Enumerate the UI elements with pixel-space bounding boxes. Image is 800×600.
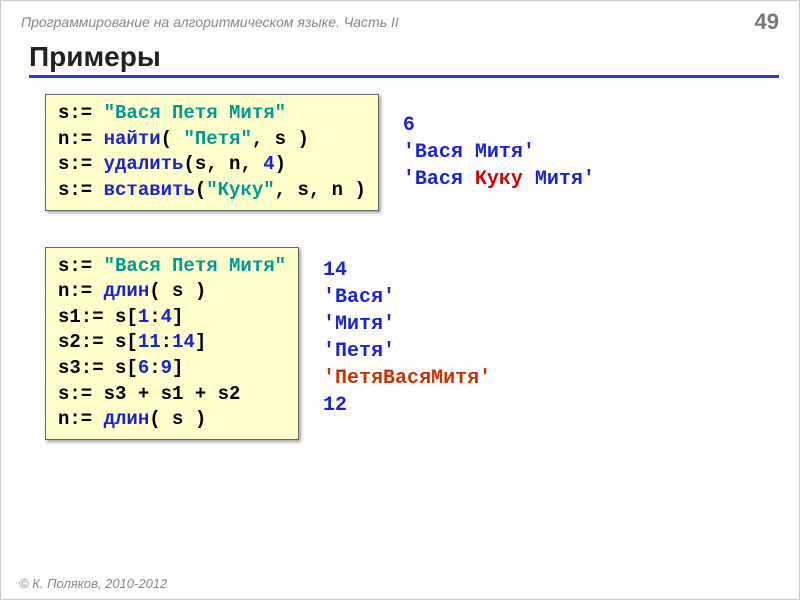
code-line: s:= удалить(s, n, 4): [58, 153, 286, 175]
example-row-2: s:= "Вася Петя Митя" n:= длин( s ) s1:= …: [45, 211, 779, 440]
code-line: s:= "Вася Петя Митя": [58, 255, 286, 277]
output-line: 'Митя': [323, 311, 491, 338]
code-line: s:= "Вася Петя Митя": [58, 102, 286, 124]
code-block-1: s:= "Вася Петя Митя" n:= найти( "Петя", …: [45, 94, 379, 211]
page-number: 49: [755, 9, 779, 35]
title-section: Примеры: [1, 39, 799, 78]
output-line: 6: [403, 112, 595, 139]
output-line: 'Петя': [323, 338, 491, 365]
output-line: 14: [323, 257, 491, 284]
output-line: 12: [323, 392, 491, 419]
header-subtitle: Программирование на алгоритмическом язык…: [21, 14, 399, 30]
code-line: s:= вставить("Куку", s, n ): [58, 179, 366, 201]
code-block-2: s:= "Вася Петя Митя" n:= длин( s ) s1:= …: [45, 247, 299, 440]
slide-content: s:= "Вася Петя Митя" n:= найти( "Петя", …: [1, 78, 799, 450]
code-line: s2:= s[11:14]: [58, 331, 206, 353]
code-line: n:= длин( s ): [58, 408, 206, 430]
example-row-1: s:= "Вася Петя Митя" n:= найти( "Петя", …: [45, 94, 779, 211]
slide-header: Программирование на алгоритмическом язык…: [1, 1, 799, 39]
code-line: s:= s3 + s1 + s2: [58, 383, 240, 405]
output-block-2: 14 'Вася' 'Митя' 'Петя' 'ПетяВасяМитя' 1…: [323, 247, 491, 419]
output-line: 'Вася Куку Митя': [403, 166, 595, 193]
output-line: 'Вася Митя': [403, 139, 595, 166]
code-line: s1:= s[1:4]: [58, 306, 183, 328]
code-line: n:= найти( "Петя", s ): [58, 128, 309, 150]
slide-footer: © К. Поляков, 2010-2012: [19, 576, 167, 591]
output-line: 'Вася': [323, 284, 491, 311]
code-line: s3:= s[6:9]: [58, 357, 183, 379]
code-line: n:= длин( s ): [58, 280, 206, 302]
slide-title: Примеры: [29, 41, 779, 78]
slide: Программирование на алгоритмическом язык…: [0, 0, 800, 600]
output-block-1: 6 'Вася Митя' 'Вася Куку Митя': [403, 94, 595, 193]
output-line: 'ПетяВасяМитя': [323, 365, 491, 392]
